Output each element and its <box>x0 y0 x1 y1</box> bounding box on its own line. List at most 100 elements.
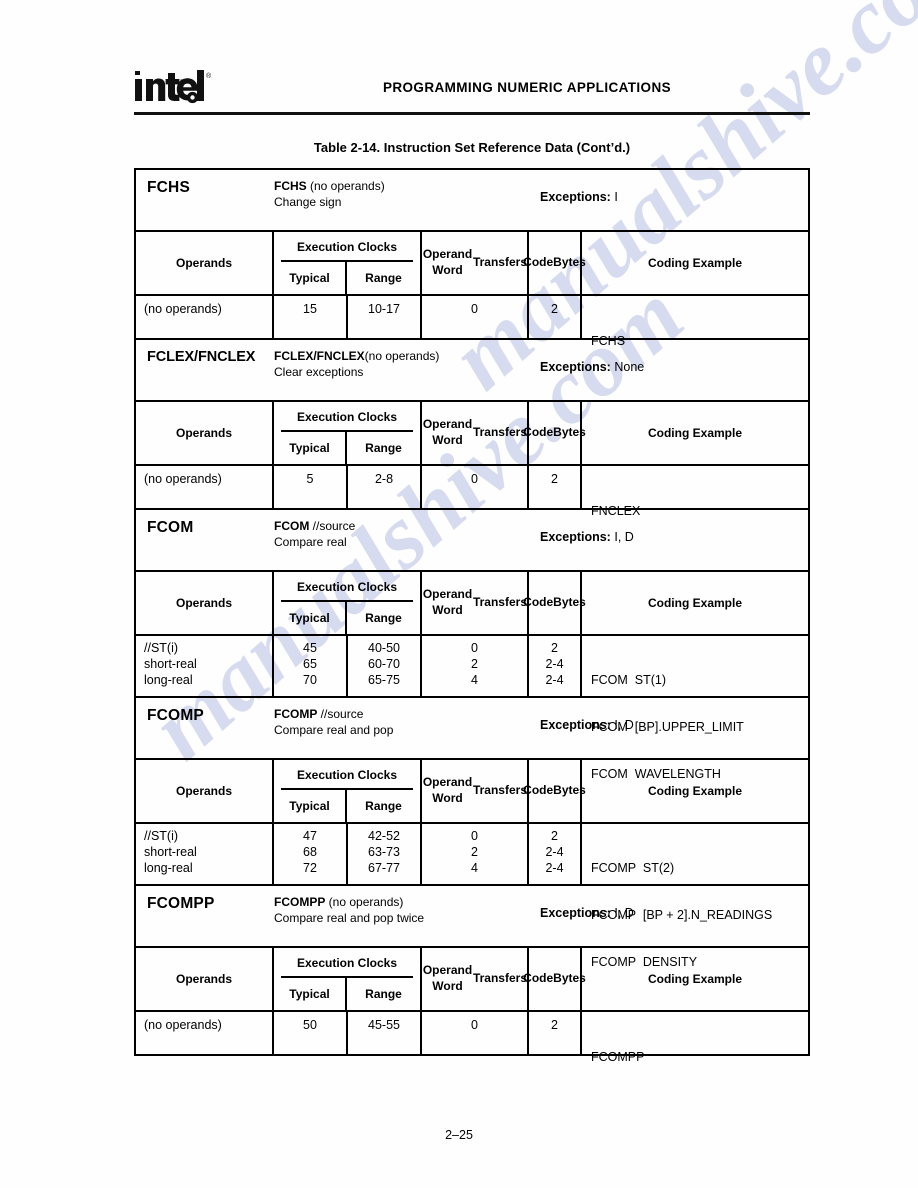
cell-code-bytes: 2 <box>529 466 582 508</box>
col-header-execution-clocks: Execution Clocks Typical Range <box>274 572 422 634</box>
table-row: 42-52 <box>368 829 400 843</box>
svg-text:®: ® <box>206 72 212 80</box>
cell-typical: 15 <box>274 296 348 338</box>
table-row: 0 <box>471 641 478 655</box>
table-row: 15 <box>303 302 317 316</box>
col-header-cb-line2: Bytes <box>553 971 586 986</box>
exceptions-label: Exceptions: <box>540 906 611 920</box>
table-row: 67-77 <box>368 860 400 875</box>
instruction-syntax-operands: (no operands) <box>364 349 440 363</box>
cell-transfers: 0 2 4 <box>422 824 529 884</box>
cell-operands: (no operands) <box>136 296 274 338</box>
table-row: 2 <box>551 302 558 316</box>
col-header-owt-line2: Transfers <box>472 971 527 986</box>
col-header-owt-line1: Operand Word <box>422 963 473 993</box>
col-header-coding-example: Coding Example <box>647 784 742 798</box>
col-header-cb-line2: Bytes <box>553 255 586 270</box>
col-header-cb-line2: Bytes <box>553 595 586 610</box>
instruction-description-text: Compare real and pop twice <box>274 910 425 925</box>
table-row: FCOMP ST(2) <box>591 860 675 875</box>
col-header-cb-line1: Code <box>523 783 554 798</box>
col-header-operands: Operands <box>136 572 274 634</box>
column-header-row: Operands Execution Clocks Typical Range … <box>136 758 808 822</box>
col-header-clocks-subrow: Typical Range <box>274 790 420 822</box>
col-header-range: Range <box>365 799 402 813</box>
instruction-mnemonic: FCLEX/FNCLEX <box>147 349 256 365</box>
col-header-operands: Operands <box>136 402 274 464</box>
col-header-code-bytes: Code Bytes <box>523 232 586 294</box>
col-header-owt-line2: Transfers <box>472 595 527 610</box>
col-header-clocks-subrow: Typical Range <box>274 602 420 634</box>
col-header-clocks-subrow: Typical Range <box>274 262 420 294</box>
table-row: FCOMPP <box>591 1049 645 1064</box>
cell-range: 40-50 60-70 65-75 <box>348 636 422 696</box>
table-row: long-real <box>144 860 193 875</box>
table-row: FCOM ST(1) <box>591 672 666 687</box>
col-header-operand-word-transfers: Operand Word Transfers <box>422 402 529 464</box>
table-row: 2 <box>551 641 558 655</box>
col-header-cb-line1: Code <box>523 595 554 610</box>
cell-typical: 45 65 70 <box>274 636 348 696</box>
table-row: FCHS <box>591 333 626 348</box>
col-header-coding-example: Coding Example <box>647 972 742 986</box>
cell-operands: //ST(i) short-real long-real <box>136 636 274 696</box>
instruction-mnemonic: FCOMPP <box>147 895 215 912</box>
instruction-banner: FCHS FCHS (no operands) Change sign Exce… <box>136 170 808 230</box>
col-header-cb-line2: Bytes <box>553 425 586 440</box>
cell-typical: 5 <box>274 466 348 508</box>
table-row: 10-17 <box>368 302 400 316</box>
exceptions-value: None <box>614 360 645 374</box>
table-row: 40-50 <box>368 641 400 655</box>
data-rows: (no operands) 15 10-17 0 2 FCHS <box>136 294 808 348</box>
col-header-clocks-subrow: Typical Range <box>274 432 420 464</box>
cell-operands: //ST(i) short-real long-real <box>136 824 274 884</box>
col-header-operands: Operands <box>136 232 274 294</box>
cell-code-bytes: 2 2-4 2-4 <box>529 824 582 884</box>
col-header-execution-clocks-title: Execution Clocks <box>274 760 420 790</box>
instruction-description: FCOM //source Compare real <box>274 519 526 551</box>
table-row: 45 <box>303 641 317 655</box>
col-header-range: Range <box>365 987 402 1001</box>
table-row: 4 <box>471 860 478 875</box>
exceptions-field: Exceptions: I, D <box>526 707 808 732</box>
col-header-owt-line1: Operand Word <box>422 587 473 617</box>
exceptions-field: Exceptions: I, D <box>526 519 808 544</box>
column-header-row: Operands Execution Clocks Typical Range … <box>136 946 808 1010</box>
instruction-syntax-mnemonic: FCOMP <box>274 707 318 721</box>
cell-coding-example: FCOMP ST(2) FCOMP [BP + 2].N_READINGS FC… <box>582 824 808 970</box>
cell-range: 10-17 <box>348 296 422 338</box>
col-header-coding-example: Coding Example <box>647 596 742 610</box>
col-header-typical: Typical <box>274 432 347 464</box>
col-header-execution-clocks: Execution Clocks Typical Range <box>274 402 422 464</box>
col-header-execution-clocks-title: Execution Clocks <box>274 402 420 432</box>
instruction-syntax-mnemonic: FCHS <box>274 179 307 193</box>
cell-transfers: 0 <box>422 466 529 508</box>
cell-coding-example: FNCLEX <box>582 466 808 518</box>
col-header-range: Range <box>365 441 402 455</box>
col-header-clocks-subrow: Typical Range <box>274 978 420 1010</box>
cell-code-bytes: 2 2-4 2-4 <box>529 636 582 696</box>
table-row: 2-4 <box>545 656 564 671</box>
col-header-execution-clocks: Execution Clocks Typical Range <box>274 948 422 1010</box>
col-header-operand-word-transfers: Operand Word Transfers <box>422 232 529 294</box>
instruction-description-text: Compare real <box>274 534 347 549</box>
table-row: 2-4 <box>545 860 564 875</box>
table-row: 68 <box>303 844 317 859</box>
table-row: short-real <box>144 656 197 671</box>
column-header-row: Operands Execution Clocks Typical Range … <box>136 230 808 294</box>
data-rows: //ST(i) short-real long-real 47 68 72 42… <box>136 822 808 970</box>
cell-coding-example: FCHS <box>582 296 808 348</box>
instruction-banner: FCOM FCOM //source Compare real Exceptio… <box>136 510 808 570</box>
col-header-range: Range <box>365 611 402 625</box>
instruction-syntax-operands: (no operands) <box>306 179 385 193</box>
cell-typical: 50 <box>274 1012 348 1054</box>
table-row: FNCLEX <box>591 503 641 518</box>
exceptions-value: I, D <box>614 718 634 732</box>
table-row: //ST(i) <box>144 641 179 655</box>
col-header-cb-line1: Code <box>523 425 554 440</box>
col-header-owt-line1: Operand Word <box>422 247 473 277</box>
data-rows: (no operands) 50 45-55 0 2 FCOMPP <box>136 1010 808 1064</box>
instruction-block-fcompp: FCOMPP FCOMPP (no operands) Compare real… <box>136 886 808 1064</box>
instruction-block-fclex: FCLEX/FNCLEX FCLEX/FNCLEX(no operands) C… <box>136 340 808 518</box>
cell-range: 45-55 <box>348 1012 422 1054</box>
